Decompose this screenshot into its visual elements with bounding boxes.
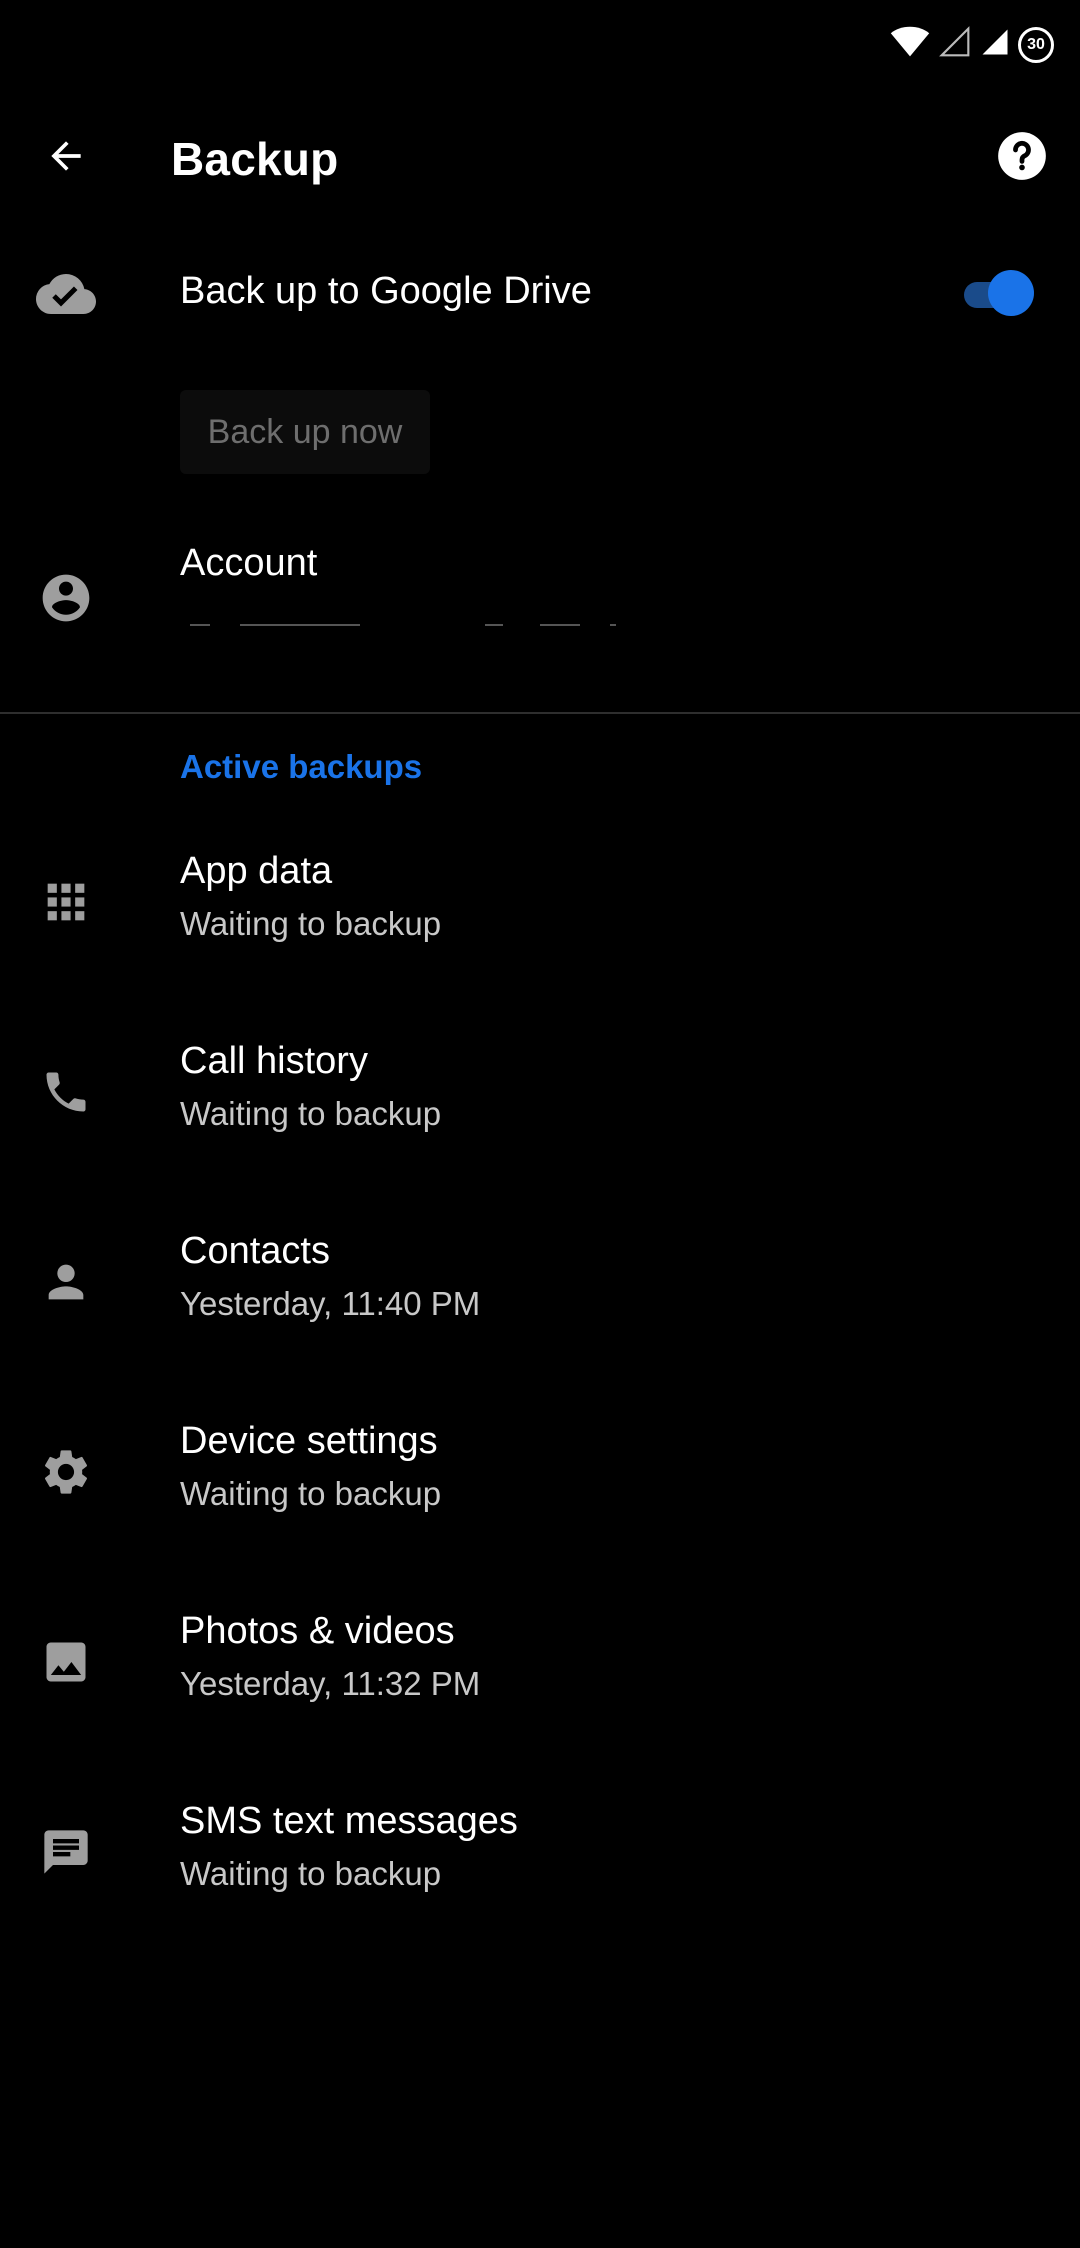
account-row[interactable]: Account	[0, 540, 1080, 680]
list-item-app-data[interactable]: App data Waiting to backup	[0, 848, 1080, 958]
status-icons: 30	[890, 26, 1054, 63]
person-icon	[34, 1250, 98, 1314]
list-item-label: Photos & videos	[180, 1610, 455, 1652]
list-item-status: Yesterday, 11:40 PM	[180, 1285, 481, 1322]
message-icon	[34, 1820, 98, 1884]
wifi-icon	[890, 26, 930, 63]
list-item-photos-videos[interactable]: Photos & videos Yesterday, 11:32 PM	[0, 1608, 1080, 1718]
list-item-status: Waiting to backup	[180, 1855, 442, 1892]
list-item-label: Call history	[180, 1040, 368, 1082]
list-item-contacts[interactable]: Contacts Yesterday, 11:40 PM	[0, 1228, 1080, 1338]
list-item-status: Yesterday, 11:32 PM	[180, 1665, 481, 1702]
gear-icon	[34, 1440, 98, 1504]
app-bar: Backup	[0, 90, 1080, 220]
back-button[interactable]	[36, 126, 96, 186]
list-item-status: Waiting to backup	[180, 1475, 442, 1512]
account-circle-icon	[34, 566, 98, 630]
page-title: Backup	[171, 133, 339, 185]
list-item-status: Waiting to backup	[180, 1095, 442, 1132]
phone-icon	[34, 1060, 98, 1124]
image-icon	[34, 1630, 98, 1694]
battery-icon: 30	[1018, 26, 1054, 63]
toggle-thumb	[988, 270, 1034, 316]
drive-backup-label: Back up to Google Drive	[180, 270, 592, 312]
drive-backup-row[interactable]: Back up to Google Drive	[0, 250, 1080, 340]
help-circle-icon	[998, 132, 1046, 180]
arrow-back-icon	[51, 141, 81, 171]
cloud-done-icon	[34, 262, 98, 326]
section-divider	[0, 712, 1080, 714]
signal-empty-icon	[938, 26, 972, 63]
active-backups-header: Active backups	[180, 748, 423, 785]
apps-grid-icon	[34, 870, 98, 934]
list-item-sms[interactable]: SMS text messages Waiting to backup	[0, 1798, 1080, 1908]
list-item-device-settings[interactable]: Device settings Waiting to backup	[0, 1418, 1080, 1528]
account-label: Account	[180, 542, 318, 584]
list-item-label: Contacts	[180, 1230, 330, 1272]
account-redacted-line	[180, 624, 620, 628]
list-item-call-history[interactable]: Call history Waiting to backup	[0, 1038, 1080, 1148]
list-item-label: SMS text messages	[180, 1800, 518, 1842]
backup-now-button[interactable]: Back up now	[180, 390, 430, 474]
list-item-label: App data	[180, 850, 333, 892]
status-bar: 30	[0, 0, 1080, 90]
signal-icon	[980, 26, 1010, 63]
list-item-status: Waiting to backup	[180, 905, 442, 942]
drive-backup-toggle[interactable]	[956, 266, 1034, 320]
help-button[interactable]	[992, 126, 1052, 186]
battery-level: 30	[1027, 35, 1045, 53]
list-item-label: Device settings	[180, 1420, 438, 1462]
